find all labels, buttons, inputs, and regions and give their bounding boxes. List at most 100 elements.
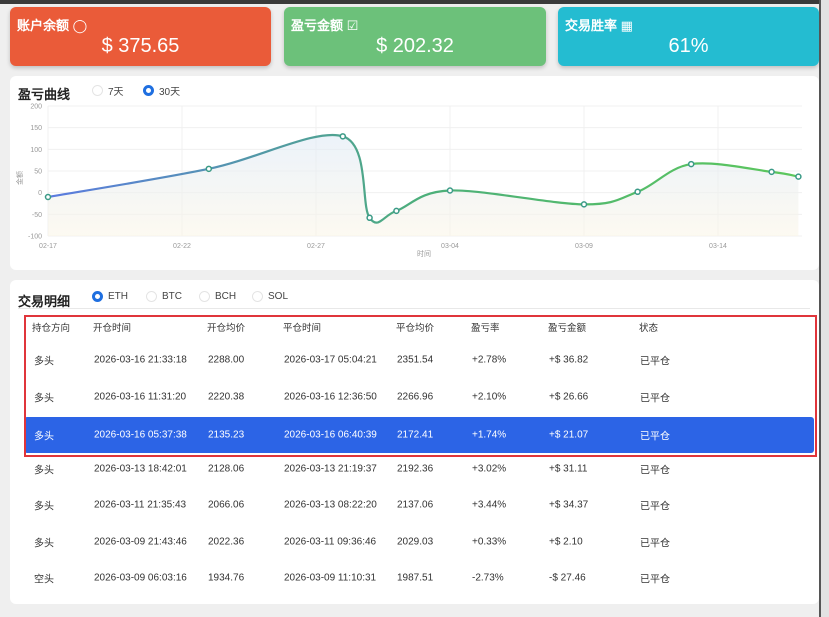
column-header: 开仓均价 [207,323,246,334]
x-tick-label: 03-09 [575,243,593,250]
pnl-value: $ 202.32 [376,35,454,57]
symbol-radio-btc[interactable]: BTC [146,291,182,302]
money-bag-icon: ◯ [72,18,88,33]
table-cell: +3.44% [472,499,507,511]
bar-chart-icon: ▦ [620,18,633,33]
y-tick-label: -50 [32,212,42,219]
table-cell: 2135.23 [208,429,245,441]
y-tick-label: 50 [34,169,42,176]
table-cell: 2192.36 [397,463,434,475]
x-tick-label: 03-14 [709,243,727,250]
symbol-radio-eth[interactable]: ETH [92,291,128,302]
divider [18,308,810,309]
x-tick-label: 02-22 [173,243,191,250]
pnl-title: 盈亏金额 [291,18,344,33]
table-cell: 2026-03-09 06:03:16 [94,572,187,584]
range-label: 30天 [159,87,181,98]
table-cell: 2026-03-16 21:33:18 [94,354,187,366]
data-point[interactable] [393,207,400,215]
table-cell: 2128.06 [208,463,245,475]
table-cell: 2026-03-13 21:19:37 [284,463,377,475]
table-cell: +$ 21.07 [549,429,589,441]
symbol-radio-bch[interactable]: BCH [199,291,236,302]
table-cell: 2026-03-13 08:22:20 [284,499,377,511]
winrate-value: 61% [668,35,709,57]
table-cell: 2026-03-17 05:04:21 [284,354,377,366]
column-header: 开仓时间 [93,323,132,334]
table-cell: 2026-03-16 06:40:39 [284,429,377,441]
table-cell: 2026-03-16 11:31:20 [94,391,187,403]
table-row[interactable]: 多头 2026-03-16 21:33:18 2288.00 2026-03-17 0… [24,342,814,378]
check-square-icon: ☑ [346,18,359,33]
symbol-label: BTC [162,291,182,302]
data-point[interactable] [687,160,695,168]
table-cell: +3.02% [472,463,507,475]
data-point[interactable] [768,168,775,176]
range-30d-radio[interactable]: 30天 [143,83,180,98]
data-point[interactable] [580,201,588,208]
table-row[interactable]: 多头 2026-03-16 05:37:38 2135.23 2026-03-16 0… [24,417,814,453]
table-row[interactable]: 空头 2026-03-09 06:03:16 1934.76 2026-03-09 1… [24,560,814,596]
table-cell: -$ 27.46 [549,572,586,584]
table-cell: 2066.06 [208,499,245,511]
y-tick-label: 100 [30,147,42,154]
table-cell: 2026-03-13 18:42:01 [94,463,187,475]
y-tick-label: 200 [30,104,42,111]
table-cell: +0.33% [472,536,507,548]
radio-icon [199,291,210,302]
table-row[interactable]: 多头 2026-03-13 18:42:01 2128.06 2026-03-13 2… [24,451,814,487]
column-header: 状态 [639,323,659,334]
table-cell: 已平仓 [640,393,670,405]
table-cell: 已平仓 [640,431,670,443]
table-cell: 2288.00 [208,354,245,366]
table-cell: 多头 [34,431,54,443]
data-point[interactable] [205,165,213,173]
winrate-title: 交易胜率 [565,18,618,33]
window-top-border [0,0,829,4]
radio-icon [92,85,103,96]
table-cell: +$ 34.37 [549,499,589,511]
table-cell: 已平仓 [640,538,670,550]
data-point[interactable] [366,214,373,222]
data-point[interactable] [339,133,347,140]
table-cell: 2220.38 [208,391,245,403]
data-point[interactable] [446,187,454,194]
data-point[interactable] [795,173,802,180]
table-cell: 空头 [34,574,54,586]
table-cell: +$ 2.10 [549,536,583,548]
table-cell: 1934.76 [208,572,245,584]
table-cell: +$ 26.66 [549,391,589,403]
table-cell: +$ 36.82 [549,354,589,366]
column-header: 平仓均价 [396,323,435,334]
table-row[interactable]: 多头 2026-03-11 21:35:43 2066.06 2026-03-13 0… [24,487,814,523]
balance-title: 账户余额 [17,18,70,33]
balance-card: 账户余额 ◯ $ 375.65 [10,7,271,66]
symbol-label: SOL [268,291,289,302]
data-point[interactable] [44,193,52,201]
y-axis-label: 金额 [15,171,24,185]
table-cell: 2029.03 [397,536,434,548]
column-header: 平仓时间 [283,323,322,334]
x-axis-label: 时间 [417,249,431,258]
table-row[interactable]: 多头 2026-03-16 11:31:20 2220.38 2026-03-16 1… [24,379,814,415]
column-header: 盈亏率 [471,323,500,334]
y-tick-label: 150 [30,125,42,132]
table-cell: 2137.06 [397,499,434,511]
table-cell: 2266.96 [397,391,434,403]
symbol-radio-sol[interactable]: SOL [252,291,288,302]
table-cell: +1.74% [472,429,507,441]
range-7d-radio[interactable]: 7天 [92,83,124,98]
table-cell: 多头 [34,356,54,368]
pnl-line-chart: 200 150 100 50 0 -50 -100 02-17 02-22 02-27 03-04 0… [15,104,802,258]
table-cell: 2026-03-16 05:37:38 [94,429,187,441]
table-cell: 2022.36 [208,536,245,548]
table-row[interactable]: 多头 2026-03-09 21:43:46 2022.36 2026-03-11 0… [24,524,814,560]
table-cell: 已平仓 [640,356,670,368]
winrate-card: 交易胜率 ▦ 61% [558,7,819,66]
balance-value: $ 375.65 [101,35,180,57]
data-point[interactable] [634,188,641,196]
pnl-card: 盈亏金额 ☑ $ 202.32 [284,7,546,66]
table-cell: 2172.41 [397,429,434,441]
x-tick-label: 02-17 [39,243,57,250]
range-label: 7天 [108,87,124,98]
